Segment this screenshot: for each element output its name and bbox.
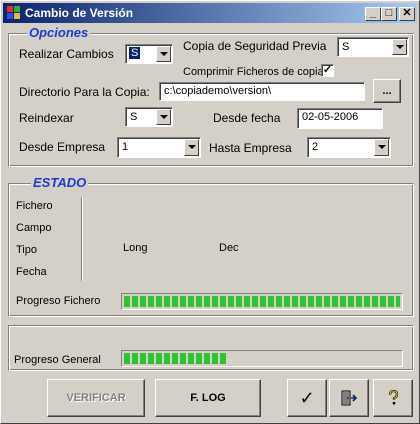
reindexar-select[interactable]: S (125, 107, 173, 127)
opciones-legend: Opciones (27, 25, 91, 40)
progreso-fichero-bar (121, 293, 403, 310)
close-icon: ✕ (402, 7, 412, 19)
check-icon: ✓ (322, 64, 333, 76)
chevron-down-icon[interactable] (156, 46, 171, 62)
hasta-empresa-select[interactable]: 2 (307, 137, 391, 158)
exit-door-icon (340, 389, 358, 407)
reindexar-value: S (130, 111, 138, 123)
chevron-down-icon[interactable] (184, 139, 199, 156)
tipo-label: Tipo (16, 244, 37, 256)
estado-legend: ESTADO (31, 175, 89, 190)
tipo-long-label: Long (123, 242, 148, 254)
minimize-button[interactable]: _ (365, 7, 381, 21)
comprimir-label: Comprimir Ficheros de copia (183, 66, 324, 78)
help-button[interactable] (373, 379, 413, 417)
desde-empresa-label: Desde Empresa (19, 140, 106, 154)
estado-divider (81, 197, 83, 281)
directorio-input[interactable]: c:\copiademo\version\ (159, 82, 365, 101)
directorio-value: c:\copiademo\version\ (164, 85, 271, 97)
directorio-label: Directorio Para la Copia: (19, 85, 150, 99)
maximize-button[interactable]: □ (381, 7, 397, 21)
desde-empresa-select[interactable]: 1 (117, 137, 201, 158)
progreso-general-label: Progreso General (14, 354, 101, 366)
comprimir-checkbox[interactable]: ✓ (321, 64, 334, 77)
chevron-down-icon[interactable] (392, 39, 407, 55)
fichero-label: Fichero (16, 200, 53, 212)
flog-label: F. LOG (190, 392, 226, 404)
browse-directory-button[interactable]: ... (373, 79, 401, 103)
chevron-down-icon[interactable] (156, 109, 171, 125)
progreso-general-fill (124, 353, 227, 364)
accept-button[interactable]: ✓ (287, 379, 327, 417)
desde-fecha-input[interactable]: 02-05-2006 (297, 108, 383, 129)
exit-button[interactable] (329, 379, 369, 417)
maximize-icon: □ (385, 7, 393, 19)
fecha-label: Fecha (16, 266, 47, 278)
tipo-dec-label: Dec (219, 242, 239, 254)
ellipsis-icon: ... (382, 85, 392, 97)
realizar-cambios-select[interactable]: S (125, 44, 173, 64)
realizar-cambios-value: S (129, 47, 141, 59)
hasta-empresa-label: Hasta Empresa (209, 141, 292, 155)
progreso-fichero-label: Progreso Fichero (16, 295, 101, 307)
help-icon (384, 389, 402, 407)
reindexar-label: Reindexar (19, 111, 74, 125)
minimize-icon: _ (369, 7, 377, 19)
copia-seguridad-select[interactable]: S (337, 37, 409, 57)
hasta-empresa-value: 2 (312, 141, 319, 153)
campo-label: Campo (16, 222, 52, 234)
realizar-cambios-label: Realizar Cambios (19, 47, 114, 61)
copia-seguridad-label: Copia de Seguridad Previa (183, 39, 327, 53)
checkmark-icon: ✓ (299, 387, 315, 408)
desde-empresa-value: 1 (122, 141, 129, 153)
progreso-general-bar (121, 350, 403, 367)
copia-seguridad-value: S (342, 41, 350, 53)
flog-button[interactable]: F. LOG (155, 379, 261, 417)
desde-fecha-label: Desde fecha (213, 111, 281, 125)
close-button[interactable]: ✕ (399, 7, 415, 21)
progreso-fichero-fill (124, 296, 400, 307)
desde-fecha-value: 02-05-2006 (302, 111, 359, 123)
dialog-window: Cambio de Versión _ □ ✕ Opciones Realiza… (0, 0, 420, 424)
verificar-label: VERIFICAR (66, 392, 126, 404)
verificar-button[interactable]: VERIFICAR (47, 379, 145, 417)
window-title: Cambio de Versión (25, 6, 134, 20)
title-bar[interactable]: Cambio de Versión _ □ ✕ (3, 3, 417, 23)
chevron-down-icon[interactable] (374, 139, 389, 156)
app-icon (7, 6, 21, 20)
